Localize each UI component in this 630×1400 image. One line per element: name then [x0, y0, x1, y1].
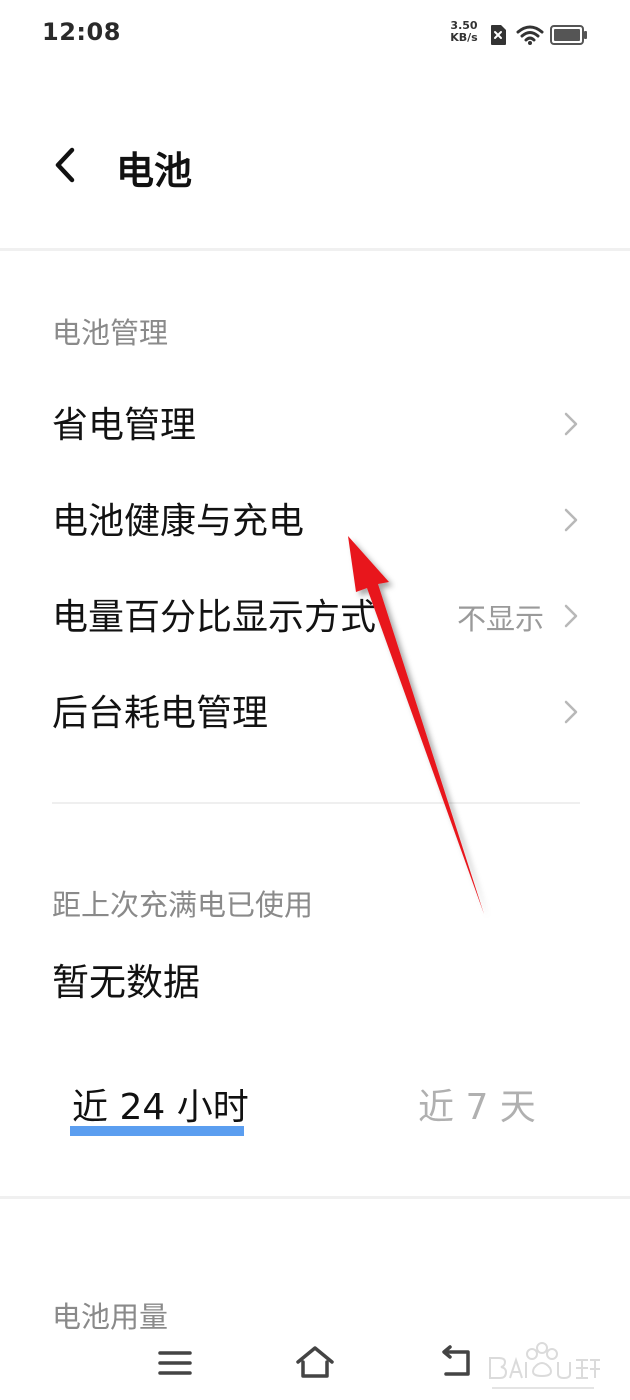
chevron-left-icon[interactable]	[44, 140, 88, 190]
menu-icon[interactable]	[156, 1346, 194, 1380]
network-speed-unit: KB/s	[450, 31, 478, 44]
watermark-logo-icon	[489, 1342, 600, 1389]
setting-item-title: 后台耗电管理	[52, 693, 269, 734]
network-speed: 3.50 KB/s	[444, 20, 484, 44]
setting-item-battery-health[interactable]: 电池健康与充电	[0, 470, 600, 566]
wifi-icon	[516, 25, 544, 45]
battery-icon	[550, 25, 587, 45]
tab-last-24-hours[interactable]: 近 24 小时	[72, 1078, 249, 1130]
status-bar: 12:08 3.50 KB/s	[0, 0, 630, 70]
setting-item-background-power[interactable]: 后台耗电管理	[0, 662, 600, 758]
setting-item-title: 省电管理	[52, 405, 197, 446]
section-label-battery-management: 电池管理	[52, 316, 169, 350]
header-divider	[0, 248, 630, 251]
navigation-bar	[0, 1330, 630, 1400]
tab-indicator	[70, 1126, 244, 1136]
page-title: 电池	[116, 149, 193, 193]
setting-item-title: 电量百分比显示方式	[52, 597, 377, 638]
tab-last-7-days[interactable]: 近 7 天	[418, 1078, 536, 1130]
chevron-right-icon	[564, 508, 578, 532]
chevron-right-icon	[564, 604, 578, 628]
status-time: 12:08	[42, 18, 121, 46]
section-divider	[52, 802, 580, 804]
back-icon[interactable]	[436, 1344, 476, 1380]
setting-item-power-saving[interactable]: 省电管理	[0, 374, 600, 470]
section-label-usage-since-full: 距上次充满电已使用	[52, 888, 314, 922]
setting-item-title: 电池健康与充电	[52, 501, 305, 542]
header: 电池	[0, 70, 630, 250]
home-icon[interactable]	[294, 1342, 336, 1382]
setting-item-value: 不显示	[456, 602, 544, 636]
chevron-right-icon	[564, 700, 578, 724]
chevron-right-icon	[564, 412, 578, 436]
sim-x-icon	[491, 25, 506, 45]
no-data-text: 暂无数据	[52, 961, 200, 1004]
section-divider	[0, 1196, 630, 1199]
setting-item-percentage-display[interactable]: 电量百分比显示方式 不显示	[0, 566, 600, 662]
